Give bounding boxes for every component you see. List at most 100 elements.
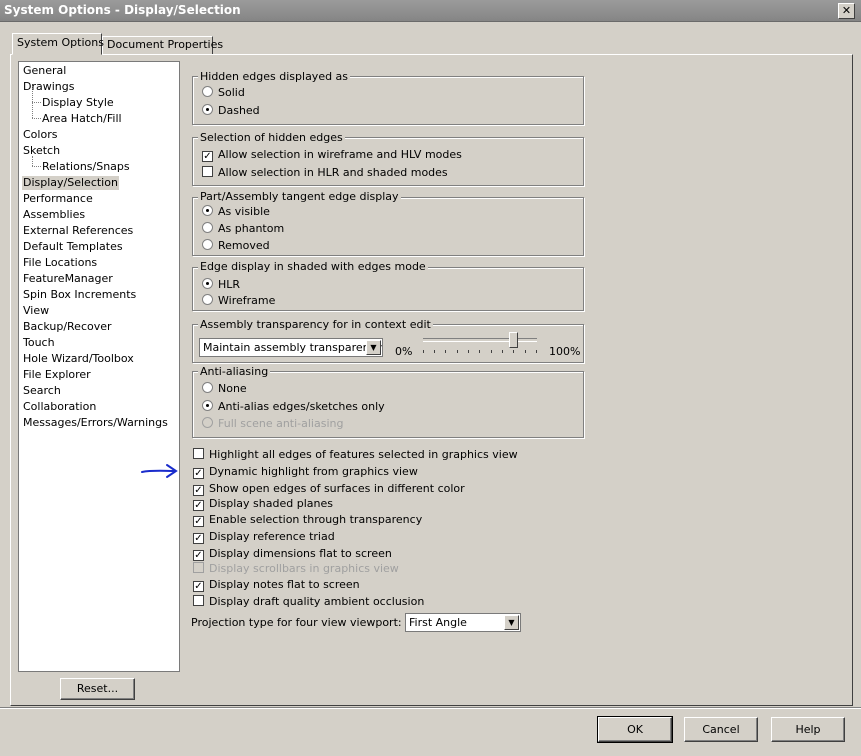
slider-tick bbox=[468, 350, 469, 353]
tree-item-display-selection[interactable]: Display/Selection bbox=[22, 176, 119, 190]
radio-aa-edges-sketches[interactable]: Anti-alias edges/sketches only bbox=[202, 400, 385, 414]
check-allow-hlr-shaded[interactable]: Allow selection in HLR and shaded modes bbox=[202, 166, 448, 180]
combo-value: First Angle bbox=[409, 616, 467, 629]
radio-aa-none[interactable]: None bbox=[202, 382, 247, 396]
ok-button[interactable]: OK bbox=[597, 716, 673, 743]
check-ambient-occlusion[interactable]: Display draft quality ambient occlusion bbox=[193, 595, 424, 609]
checkbox-box: ✓ bbox=[202, 151, 213, 162]
radio-hlr[interactable]: HLR bbox=[202, 278, 240, 292]
transparency-combo[interactable]: Maintain assembly transparency ▼ bbox=[199, 338, 383, 357]
radio-label: Dashed bbox=[218, 104, 260, 117]
tree-item-display-style[interactable]: Display Style bbox=[42, 96, 114, 110]
checkbox-box bbox=[193, 562, 204, 573]
checkbox-label: Allow selection in HLR and shaded modes bbox=[218, 166, 448, 179]
check-reference-triad[interactable]: ✓ Display reference triad bbox=[193, 530, 335, 544]
radio-label: As visible bbox=[218, 205, 270, 218]
tree-item-collaboration[interactable]: Collaboration bbox=[23, 400, 96, 414]
tree-item-search[interactable]: Search bbox=[23, 384, 61, 398]
footer-divider bbox=[0, 707, 861, 709]
tree-item-hole-wizard-toolbox[interactable]: Hole Wizard/Toolbox bbox=[23, 352, 134, 366]
tree-item-messages-errors-warnings[interactable]: Messages/Errors/Warnings bbox=[23, 416, 168, 430]
tree-connector bbox=[32, 118, 41, 119]
slider-tick bbox=[479, 350, 480, 353]
transparency-slider[interactable] bbox=[423, 332, 537, 358]
radio-label: Wireframe bbox=[218, 294, 276, 307]
checkbox-box: ✓ bbox=[193, 516, 204, 527]
radio-circle bbox=[202, 222, 213, 233]
tree-item-performance[interactable]: Performance bbox=[23, 192, 93, 206]
check-shaded-planes[interactable]: ✓ Display shaded planes bbox=[193, 497, 333, 511]
checkbox-label: Display reference triad bbox=[209, 530, 335, 543]
checkbox-label: Dynamic highlight from graphics view bbox=[209, 465, 418, 478]
chevron-down-icon[interactable]: ▼ bbox=[504, 615, 519, 630]
reset-button[interactable]: Reset... bbox=[60, 678, 135, 700]
tab-system-options[interactable]: System Options bbox=[12, 33, 104, 55]
checkbox-label: Enable selection through transparency bbox=[209, 513, 423, 526]
tree-item-spin-box-increments[interactable]: Spin Box Increments bbox=[23, 288, 136, 302]
radio-label: Removed bbox=[218, 239, 270, 252]
checkbox-box bbox=[193, 595, 204, 606]
tree-item-external-references[interactable]: External References bbox=[23, 224, 133, 238]
radio-as-phantom[interactable]: As phantom bbox=[202, 222, 284, 236]
group-title: Anti-aliasing bbox=[198, 365, 271, 378]
tree-item-touch[interactable]: Touch bbox=[23, 336, 55, 350]
radio-removed[interactable]: Removed bbox=[202, 239, 270, 253]
check-highlight-all-edges[interactable]: Highlight all edges of features selected… bbox=[193, 448, 518, 462]
checkbox-label: Display scrollbars in graphics view bbox=[209, 562, 399, 575]
checkbox-label: Show open edges of surfaces in different… bbox=[209, 482, 465, 495]
radio-circle bbox=[202, 278, 213, 289]
tree-item-drawings[interactable]: Drawings bbox=[23, 80, 74, 94]
tree-item-assemblies[interactable]: Assemblies bbox=[23, 208, 85, 222]
slider-tick bbox=[536, 350, 537, 353]
checkbox-box bbox=[202, 166, 213, 177]
tab-document-properties[interactable]: Document Properties bbox=[102, 36, 223, 55]
radio-dashed[interactable]: Dashed bbox=[202, 104, 260, 118]
checkbox-label: Display notes flat to screen bbox=[209, 578, 360, 591]
projection-combo[interactable]: First Angle ▼ bbox=[405, 613, 521, 632]
tree-item-default-templates[interactable]: Default Templates bbox=[23, 240, 123, 254]
checkbox-label: Allow selection in wireframe and HLV mod… bbox=[218, 148, 462, 161]
check-notes-flat[interactable]: ✓ Display notes flat to screen bbox=[193, 578, 360, 592]
tree-item-general[interactable]: General bbox=[23, 64, 66, 78]
slider-tick bbox=[423, 350, 424, 353]
tree-item-featuremanager[interactable]: FeatureManager bbox=[23, 272, 113, 286]
check-selection-transparency[interactable]: ✓ Enable selection through transparency bbox=[193, 513, 422, 527]
radio-circle bbox=[202, 205, 213, 216]
tree-item-relations-snaps[interactable]: Relations/Snaps bbox=[42, 160, 130, 174]
tree-item-view[interactable]: View bbox=[23, 304, 49, 318]
check-allow-wireframe-hlv[interactable]: ✓ Allow selection in wireframe and HLV mo… bbox=[202, 148, 462, 162]
checkbox-box: ✓ bbox=[193, 550, 204, 561]
tree-item-file-explorer[interactable]: File Explorer bbox=[23, 368, 91, 382]
checkbox-label: Highlight all edges of features selected… bbox=[209, 448, 518, 461]
check-dynamic-highlight[interactable]: ✓ Dynamic highlight from graphics view bbox=[193, 465, 418, 479]
group-title: Hidden edges displayed as bbox=[198, 70, 351, 83]
chevron-down-icon[interactable]: ▼ bbox=[366, 340, 381, 355]
tree-item-file-locations[interactable]: File Locations bbox=[23, 256, 97, 270]
help-button[interactable]: Help bbox=[771, 717, 845, 742]
tree-connector bbox=[32, 102, 41, 103]
checkbox-box: ✓ bbox=[193, 468, 204, 479]
radio-circle bbox=[202, 239, 213, 250]
cancel-button[interactable]: Cancel bbox=[684, 717, 758, 742]
radio-label: None bbox=[218, 382, 247, 395]
tree-item-backup-recover[interactable]: Backup/Recover bbox=[23, 320, 112, 334]
checkbox-box: ✓ bbox=[193, 485, 204, 496]
radio-label: Solid bbox=[218, 86, 245, 99]
tree-item-area-hatch-fill[interactable]: Area Hatch/Fill bbox=[42, 112, 122, 126]
options-tree[interactable]: General Drawings Display Style Area Hatc… bbox=[18, 61, 180, 672]
group-title: Edge display in shaded with edges mode bbox=[198, 260, 428, 273]
radio-aa-full-scene: Full scene anti-aliasing bbox=[202, 417, 343, 431]
checkbox-label: Display dimensions flat to screen bbox=[209, 547, 392, 560]
radio-as-visible[interactable]: As visible bbox=[202, 205, 270, 219]
tree-item-colors[interactable]: Colors bbox=[23, 128, 57, 142]
check-open-edges-color[interactable]: ✓ Show open edges of surfaces in differen… bbox=[193, 482, 465, 496]
combo-value: Maintain assembly transparency bbox=[203, 341, 383, 354]
slider-tick bbox=[491, 350, 492, 353]
slider-thumb[interactable] bbox=[509, 332, 518, 348]
check-dimensions-flat[interactable]: ✓ Display dimensions flat to screen bbox=[193, 547, 392, 561]
slider-tick bbox=[513, 350, 514, 353]
radio-wireframe[interactable]: Wireframe bbox=[202, 294, 275, 308]
tree-item-sketch[interactable]: Sketch bbox=[23, 144, 60, 158]
close-icon[interactable]: ✕ bbox=[838, 3, 855, 19]
radio-solid[interactable]: Solid bbox=[202, 86, 245, 100]
